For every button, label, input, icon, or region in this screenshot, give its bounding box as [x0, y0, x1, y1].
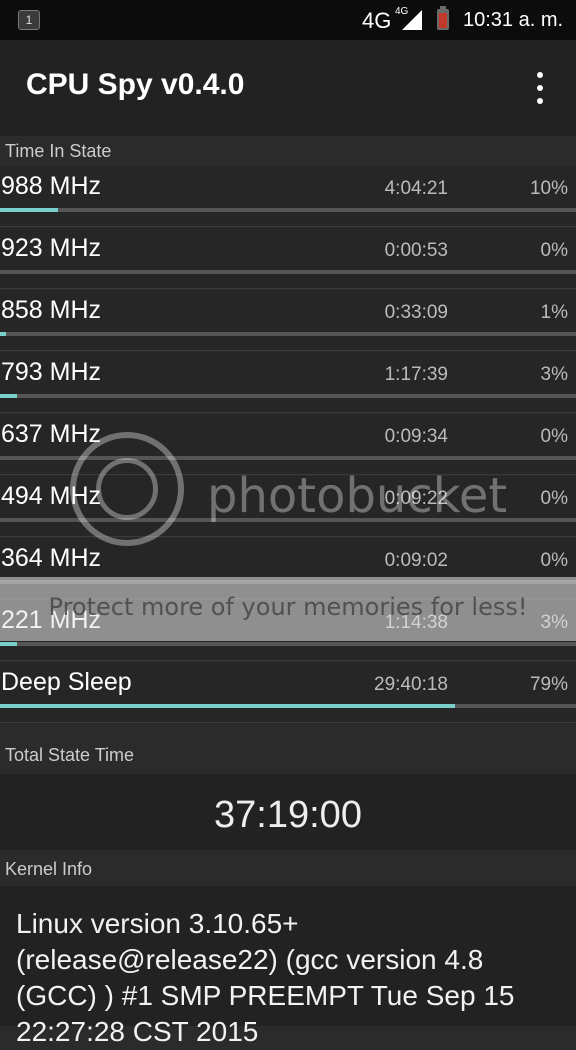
row-time-value: 0:09:34 — [384, 426, 448, 447]
row-divider — [0, 598, 576, 599]
row-time-value: 0:33:09 — [384, 302, 448, 323]
row-frequency-label: 364 MHz — [1, 544, 102, 572]
status-bar: 1 4G 4G 10:31 a. m. — [0, 0, 576, 40]
total-state-time-box: 37:19:00 — [0, 774, 576, 850]
time-in-state-row: 364 MHz 0:09:02 0% — [0, 538, 576, 599]
app-title: CPU Spy v0.4.0 — [26, 68, 245, 101]
row-frequency-label: 858 MHz — [1, 296, 102, 324]
time-in-state-row: 988 MHz 4:04:21 10% — [0, 166, 576, 227]
row-divider — [0, 660, 576, 661]
battery-level — [439, 13, 447, 28]
row-frequency-label: 793 MHz — [1, 358, 102, 386]
kernel-info-box: Linux version 3.10.65+ (release@release2… — [0, 886, 576, 1047]
notification-badge[interactable]: 1 — [18, 10, 40, 30]
row-frequency-label: 637 MHz — [1, 420, 102, 448]
row-frequency-label: 221 MHz — [1, 606, 102, 634]
row-percent-value: 0% — [540, 488, 568, 509]
row-progress-fill — [0, 394, 18, 398]
time-in-state-header: Time In State — [0, 136, 576, 166]
row-progress-track — [0, 518, 576, 522]
row-progress-track — [0, 580, 576, 584]
row-frequency-label: 923 MHz — [1, 234, 102, 262]
row-percent-value: 0% — [540, 426, 568, 447]
row-divider — [0, 536, 576, 537]
row-divider — [0, 288, 576, 289]
time-in-state-row: 637 MHz 0:09:34 0% — [0, 414, 576, 475]
time-in-state-row: 923 MHz 0:00:53 0% — [0, 228, 576, 289]
row-progress-fill — [0, 208, 58, 212]
row-time-value: 29:40:18 — [374, 674, 448, 695]
row-percent-value: 79% — [529, 674, 568, 695]
time-in-state-row: 793 MHz 1:17:39 3% — [0, 352, 576, 413]
row-time-value: 1:14:38 — [384, 612, 448, 633]
time-in-state-row: 858 MHz 0:33:09 1% — [0, 290, 576, 351]
row-frequency-label: 494 MHz — [1, 482, 102, 510]
time-in-state-row: 221 MHz 1:14:38 3% — [0, 600, 576, 661]
status-clock: 10:31 a. m. — [463, 9, 564, 31]
signal-icon — [402, 10, 422, 30]
row-progress-track — [0, 642, 576, 646]
row-percent-value: 1% — [540, 302, 568, 323]
row-time-value: 0:09:02 — [384, 550, 448, 571]
more-vert-icon[interactable] — [530, 70, 550, 106]
row-progress-fill — [0, 332, 6, 336]
kernel-info-text: Linux version 3.10.65+ (release@release2… — [16, 908, 515, 1047]
row-time-value: 0:09:22 — [384, 488, 448, 509]
total-state-time-header: Total State Time — [0, 740, 576, 770]
row-percent-value: 10% — [529, 178, 568, 199]
time-in-state-row: 494 MHz 0:09:22 0% — [0, 476, 576, 537]
network-type: 4G — [362, 8, 392, 33]
row-progress-track — [0, 332, 576, 336]
action-bar: CPU Spy v0.4.0 — [0, 40, 576, 136]
row-progress-track — [0, 394, 576, 398]
row-frequency-label: 988 MHz — [1, 172, 102, 200]
row-progress-track — [0, 456, 576, 460]
kernel-info-title: Kernel Info — [5, 859, 93, 879]
row-time-value: 1:17:39 — [384, 364, 448, 385]
total-state-time-value: 37:19:00 — [214, 794, 362, 836]
row-time-value: 0:00:53 — [384, 240, 448, 261]
time-in-state-title: Time In State — [5, 141, 112, 161]
row-divider — [0, 722, 576, 723]
battery-icon — [437, 6, 449, 30]
row-percent-value: 3% — [540, 364, 568, 385]
row-percent-value: 0% — [540, 240, 568, 261]
row-divider — [0, 412, 576, 413]
time-in-state-row: Deep Sleep 29:40:18 79% — [0, 662, 576, 723]
row-time-value: 4:04:21 — [384, 178, 448, 199]
row-progress-track — [0, 208, 576, 212]
row-progress-fill — [0, 642, 18, 646]
row-divider — [0, 226, 576, 227]
row-frequency-label: Deep Sleep — [1, 668, 132, 696]
row-progress-track — [0, 704, 576, 708]
row-percent-value: 0% — [540, 550, 568, 571]
row-progress-track — [0, 270, 576, 274]
kernel-info-header: Kernel Info — [0, 854, 576, 884]
total-state-time-title: Total State Time — [5, 745, 135, 765]
row-progress-fill — [0, 704, 456, 708]
row-divider — [0, 350, 576, 351]
row-divider — [0, 474, 576, 475]
row-percent-value: 3% — [540, 612, 568, 633]
